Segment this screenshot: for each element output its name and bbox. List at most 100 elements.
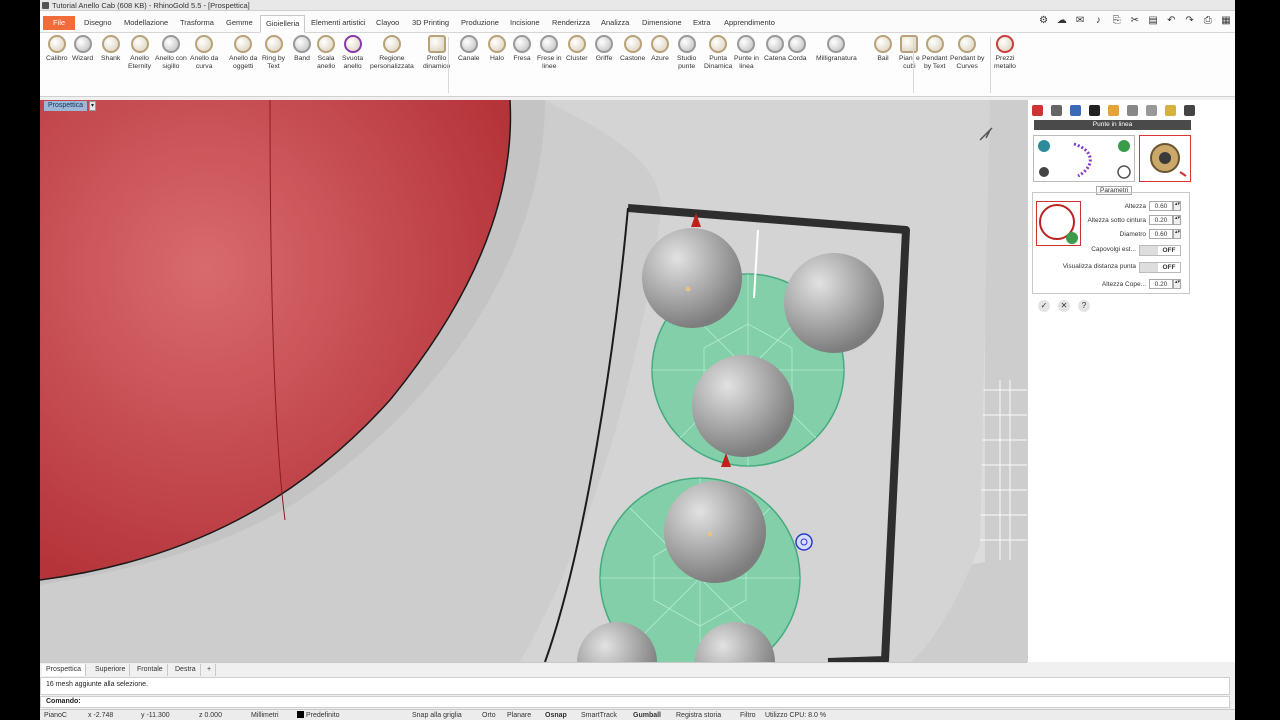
ribbon-button-band[interactable]: Band xyxy=(293,35,311,63)
ribbon-button-anello-eternity[interactable]: Anello Eternity xyxy=(128,35,151,71)
ribbon-button-punte-in-linea[interactable]: Punte in linea xyxy=(734,35,759,71)
gem-icon[interactable] xyxy=(1165,105,1176,116)
render-icon[interactable] xyxy=(1089,105,1100,116)
ribbon-button-piani-e-cubi[interactable]: Piani e cubi xyxy=(899,35,920,71)
diametro-spinner[interactable]: ▴▾ xyxy=(1173,229,1181,239)
ribbon-button-pendant-by-curves[interactable]: Pendant by Curves xyxy=(950,35,984,71)
ribbon-button-anello-da-curva[interactable]: Anello da curva xyxy=(190,35,218,71)
ribbon-button-calibro[interactable]: Calibro xyxy=(46,35,68,63)
tab-renderizza[interactable]: Renderizza xyxy=(552,15,590,32)
tab-modellazione[interactable]: Modellazione xyxy=(124,15,168,32)
microphone-icon[interactable]: ♪ xyxy=(1091,14,1105,28)
tab-prospettica[interactable]: Prospettica xyxy=(42,664,87,676)
tab-gemme[interactable]: Gemme xyxy=(226,15,253,32)
viewport-menu-icon[interactable]: ▾ xyxy=(89,101,96,111)
properties-icon[interactable] xyxy=(1070,105,1081,116)
ribbon-button-ring-by-text[interactable]: Ring by Text xyxy=(262,35,285,71)
ortho-toggle[interactable]: Orto xyxy=(482,711,496,720)
tab-analizza[interactable]: Analizza xyxy=(601,15,629,32)
snap-grid-toggle[interactable]: Snap alla griglia xyxy=(412,711,462,720)
smarttrack-toggle[interactable]: SmartTrack xyxy=(581,711,617,720)
confirm-icon[interactable]: ✓ xyxy=(1038,300,1050,312)
gumball-toggle[interactable]: Gumball xyxy=(633,711,661,720)
tab-dimensione[interactable]: Dimensione xyxy=(642,15,682,32)
layers-icon[interactable]: ▦ xyxy=(1219,14,1233,28)
osnap-toggle[interactable]: Osnap xyxy=(545,711,567,720)
ribbon-button-shank[interactable]: Shank xyxy=(101,35,120,63)
ribbon-button-anello-da-oggetti[interactable]: Anello da oggetti xyxy=(229,35,257,71)
tab-clayoo[interactable]: Clayoo xyxy=(376,15,399,32)
tab-gioielleria[interactable]: Gioielleria xyxy=(260,15,306,33)
diametro-input[interactable]: 0.60 xyxy=(1149,229,1173,239)
units[interactable]: Millimetri xyxy=(251,711,279,720)
altezza-sotto-cintura-input[interactable]: 0.20 xyxy=(1149,215,1173,225)
clock-icon[interactable] xyxy=(1127,105,1138,116)
planar-toggle[interactable]: Planare xyxy=(507,711,531,720)
tab-file[interactable]: File xyxy=(43,16,76,30)
paste-icon[interactable]: ▤ xyxy=(1146,14,1160,28)
ribbon-button-cluster[interactable]: Cluster xyxy=(566,35,588,63)
ribbon-button-prezzi-metallo[interactable]: Prezzi metallo xyxy=(994,35,1016,71)
ribbon-button-profilo-dinamico[interactable]: Profilo dinamico xyxy=(423,35,450,71)
tab-destra[interactable]: Destra xyxy=(171,664,201,676)
ribbon-button-castone[interactable]: Castone xyxy=(620,35,645,63)
ribbon-button-griffe[interactable]: Griffe xyxy=(595,35,613,63)
display-icon[interactable] xyxy=(1051,105,1062,116)
ribbon-button-catena[interactable]: Catena xyxy=(764,35,786,63)
print-icon[interactable]: ⎙ xyxy=(1201,14,1215,28)
ribbon-button-svuota-anello[interactable]: Svuota anello xyxy=(342,35,363,71)
cancel-icon[interactable]: ✕ xyxy=(1058,300,1070,312)
altezza-input[interactable]: 0.60 xyxy=(1149,201,1173,211)
command-line[interactable]: Comando: xyxy=(40,696,1230,708)
ribbon-button-frese-in-linee[interactable]: Frese in linee xyxy=(537,35,562,71)
add-viewport-icon[interactable]: + xyxy=(203,664,217,676)
altezza-cope-spinner[interactable]: ▴▾ xyxy=(1173,279,1181,289)
ribbon-button-pendant-by-text[interactable]: Pendant by Text xyxy=(922,35,947,71)
ribbon-button-azure[interactable]: Azure xyxy=(651,35,669,63)
mail-icon[interactable]: ✉ xyxy=(1073,14,1087,28)
ribbon-button-canale[interactable]: Canale xyxy=(458,35,480,63)
material-icon[interactable] xyxy=(1108,105,1119,116)
record-history-toggle[interactable]: Registra storia xyxy=(676,711,721,720)
cut-icon[interactable]: ✂ xyxy=(1128,14,1142,28)
visualizza-distanza-toggle[interactable]: OFF xyxy=(1139,262,1181,273)
altezza-cope-input[interactable]: 0.20 xyxy=(1149,279,1173,289)
help-icon[interactable]: ? xyxy=(1078,300,1090,312)
viewport-label[interactable]: Prospettica xyxy=(44,101,88,111)
capovolgi-toggle[interactable]: OFF xyxy=(1139,245,1181,256)
altezza-spinner[interactable]: ▴▾ xyxy=(1173,201,1181,211)
tab-elementi-artistici[interactable]: Elementi artistici xyxy=(311,15,366,32)
tab-3d-printing[interactable]: 3D Printing xyxy=(412,15,449,32)
altezza-sotto-cintura-spinner[interactable]: ▴▾ xyxy=(1173,215,1181,225)
undo-icon[interactable]: ↶ xyxy=(1164,14,1178,28)
tab-disegno[interactable]: Disegno xyxy=(84,15,112,32)
tab-frontale[interactable]: Frontale xyxy=(133,664,168,676)
ribbon-button-milligranatura[interactable]: Milligranatura xyxy=(816,35,857,63)
ribbon-button-studio-punte[interactable]: Studio punte xyxy=(677,35,696,71)
tab-incisione[interactable]: Incisione xyxy=(510,15,540,32)
tab-trasforma[interactable]: Trasforma xyxy=(180,15,214,32)
wizard-icon[interactable]: ⚙ xyxy=(1037,14,1051,28)
library-icon[interactable] xyxy=(1146,105,1157,116)
perspective-viewport[interactable]: Prospettica ▾ xyxy=(40,100,1027,662)
ribbon-button-fresa[interactable]: Fresa xyxy=(513,35,531,63)
layer[interactable]: Predefinito xyxy=(297,711,339,720)
ribbon-button-scala-anello[interactable]: Scala anello xyxy=(317,35,335,71)
ribbon-button-bail[interactable]: Bail xyxy=(874,35,892,63)
ribbon-button-wizard[interactable]: Wizard xyxy=(72,35,93,63)
prong-line-preview[interactable] xyxy=(1033,135,1135,182)
ribbon-button-corda[interactable]: Corda xyxy=(788,35,807,63)
ribbon-button-halo[interactable]: Halo xyxy=(488,35,506,63)
color-icon[interactable] xyxy=(1032,105,1043,116)
tab-superiore[interactable]: Superiore xyxy=(91,664,131,676)
ribbon-button-punta-dinamica[interactable]: Punta Dinamica xyxy=(704,35,732,71)
filter-toggle[interactable]: Filtro xyxy=(740,711,756,720)
tab-apprendimento[interactable]: Apprendimento xyxy=(724,15,775,32)
redo-icon[interactable]: ↷ xyxy=(1183,14,1197,28)
tab-extra[interactable]: Extra xyxy=(693,15,711,32)
prong-style-thumbnail[interactable] xyxy=(1139,135,1191,182)
help-icon[interactable] xyxy=(1184,105,1195,116)
copy-icon[interactable]: ⎘ xyxy=(1110,14,1124,28)
ribbon-button-regione-personalizzata[interactable]: Regione personalizzata xyxy=(370,35,414,71)
cloud-icon[interactable]: ☁ xyxy=(1055,14,1069,28)
